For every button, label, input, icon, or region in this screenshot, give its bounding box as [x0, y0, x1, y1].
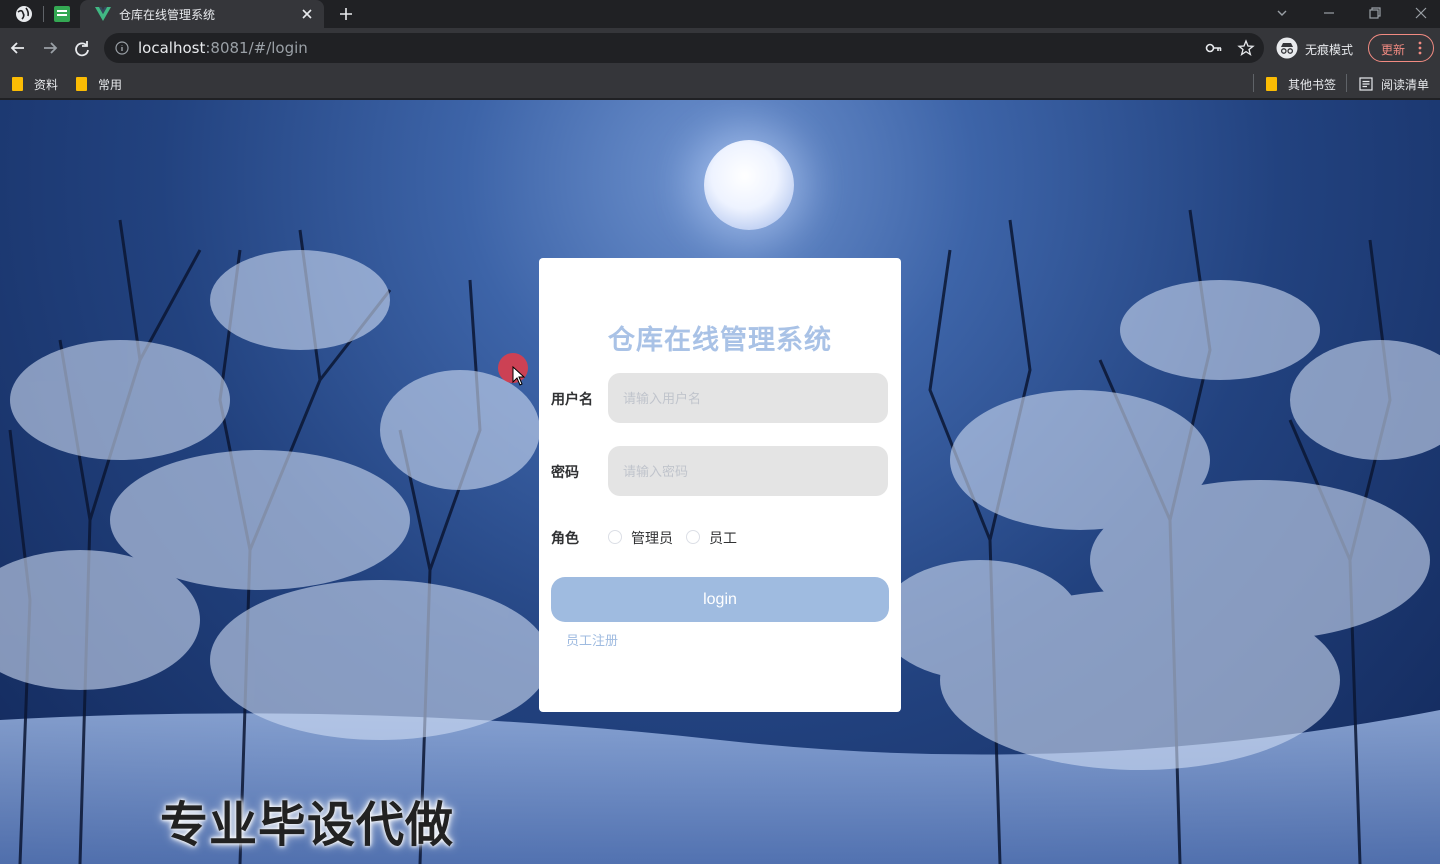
role-label: 角色	[551, 531, 579, 547]
restore-icon[interactable]	[1366, 4, 1384, 22]
bookmarks-bar: 资料 常用 其他书签 阅读清单	[0, 69, 1440, 99]
login-title: 仓库在线管理系统	[608, 325, 832, 356]
update-button[interactable]: 更新	[1368, 34, 1434, 62]
tab-active[interactable]: 仓库在线管理系统	[80, 0, 324, 28]
employee-register-link[interactable]: 员工注册	[566, 630, 618, 649]
window-close-icon[interactable]	[1412, 4, 1430, 22]
bookmark-label: 资料	[34, 78, 59, 92]
other-bookmarks-label: 其他书签	[1288, 78, 1337, 92]
star-icon[interactable]	[1237, 39, 1255, 57]
app-grid-icon[interactable]	[53, 5, 71, 23]
folder-icon	[76, 77, 87, 91]
username-input[interactable]	[608, 373, 888, 423]
chevron-down-icon[interactable]	[1273, 4, 1291, 22]
mouse-cursor-icon	[512, 366, 526, 386]
username-label: 用户名	[551, 392, 593, 408]
password-input[interactable]	[608, 446, 888, 496]
minimize-icon[interactable]	[1320, 4, 1338, 22]
folder-icon	[1266, 77, 1277, 91]
address-bar[interactable]: localhost:8081/#/login	[104, 33, 1264, 63]
tab-separator	[43, 6, 44, 22]
forward-arrow-icon[interactable]	[40, 38, 60, 58]
role-radio-employee[interactable]	[686, 530, 700, 544]
info-icon[interactable]	[115, 41, 129, 55]
browser-toolbar: localhost:8081/#/login 无痕模式 更新	[0, 28, 1440, 69]
watermark-text: 专业毕设代做	[160, 797, 455, 853]
role-employee-label[interactable]: 员工	[709, 528, 737, 548]
password-label: 密码	[551, 465, 579, 481]
tab-title: 仓库在线管理系统	[119, 8, 216, 22]
close-icon[interactable]	[298, 5, 316, 23]
tab-strip: 仓库在线管理系统	[0, 0, 1440, 28]
login-button[interactable]: login	[551, 577, 889, 622]
incognito-label[interactable]: 无痕模式	[1305, 41, 1353, 58]
vue-icon	[95, 7, 111, 21]
reading-list-label: 阅读清单	[1381, 78, 1430, 92]
bookmark-divider	[1346, 74, 1347, 92]
update-label: 更新	[1381, 43, 1406, 57]
globe-icon[interactable]	[14, 4, 34, 24]
bookmark-divider	[1253, 74, 1254, 92]
new-tab-icon[interactable]	[336, 4, 356, 24]
incognito-icon[interactable]	[1276, 37, 1298, 59]
login-form: 仓库在线管理系统 用户名 密码 角色 管理员 员工 login 员工注册	[539, 258, 901, 712]
key-icon[interactable]	[1205, 41, 1223, 55]
reading-list-icon	[1359, 77, 1373, 91]
reload-icon[interactable]	[72, 38, 92, 58]
bookmark-label: 常用	[98, 78, 123, 92]
folder-icon	[12, 77, 23, 91]
moon	[704, 140, 794, 230]
back-arrow-icon[interactable]	[8, 38, 28, 58]
role-radio-admin[interactable]	[608, 530, 622, 544]
url-text[interactable]: localhost:8081/#/login	[138, 39, 308, 57]
role-admin-label[interactable]: 管理员	[631, 528, 673, 548]
page-viewport: 仓库在线管理系统 用户名 密码 角色 管理员 员工 login 员工注册 专业毕…	[0, 100, 1440, 864]
more-vert-icon	[1418, 41, 1422, 55]
